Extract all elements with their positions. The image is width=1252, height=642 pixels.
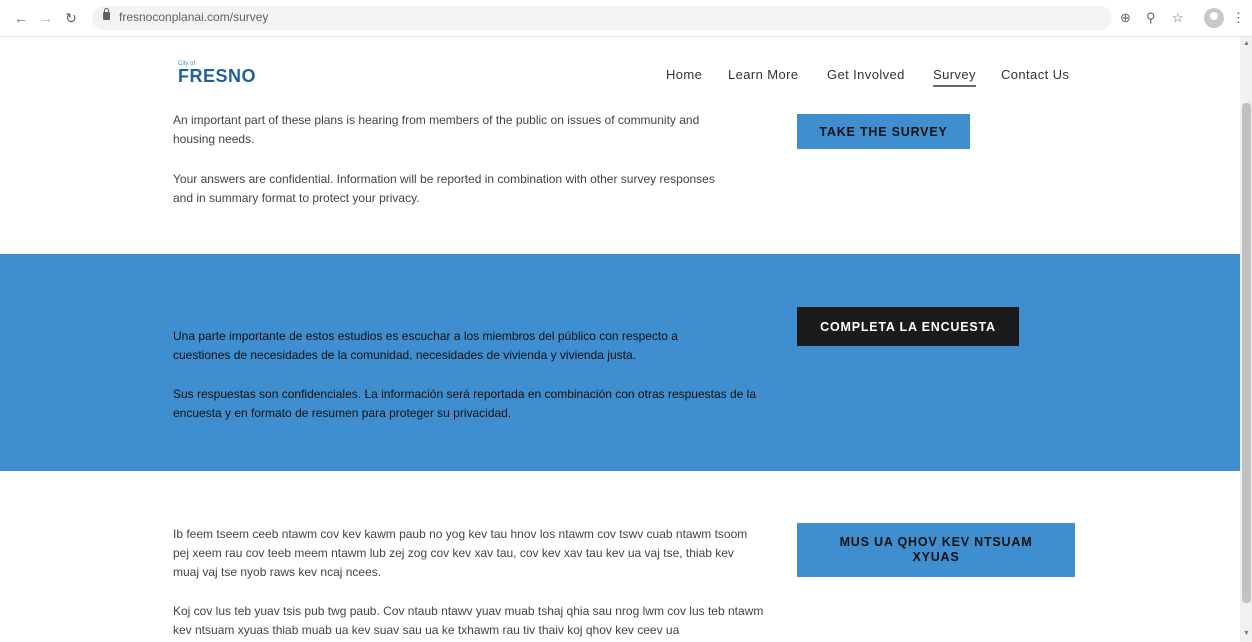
bookmark-star-icon[interactable]: ☆ — [1172, 7, 1184, 29]
menu-dots-icon[interactable]: ⋮ — [1232, 7, 1245, 29]
scrollbar-thumb[interactable] — [1242, 103, 1251, 603]
lock-icon — [103, 8, 110, 20]
browser-toolbar: ← → ↻ fresnoconplanai.com/survey ⊕ ⚲ ☆ ⋮ — [0, 0, 1252, 37]
nav-contact-us[interactable]: Contact Us — [1001, 67, 1069, 82]
spanish-paragraph-2: Sus respuestas son confidenciales. La in… — [173, 387, 757, 420]
scroll-up-icon[interactable]: ▲ — [1243, 40, 1250, 47]
nav-survey[interactable]: Survey — [933, 67, 976, 87]
arrow-left-icon[interactable]: ← — [12, 9, 30, 27]
page-content: City of FRESNO Home Learn More Get Invol… — [0, 37, 1240, 642]
address-bar[interactable]: fresnoconplanai.com/survey — [92, 6, 1112, 30]
scroll-down-icon[interactable]: ▼ — [1243, 630, 1250, 637]
fresno-logo[interactable]: City of FRESNO — [178, 61, 258, 89]
spanish-paragraph-1: Una parte importante de estos estudios e… — [173, 329, 678, 362]
nav-home[interactable]: Home — [666, 67, 702, 82]
logo-text: FRESNO — [178, 66, 257, 86]
nav-learn-more[interactable]: Learn More — [728, 67, 798, 82]
english-paragraph-2: Your answers are confidential. Informati… — [173, 172, 715, 205]
add-icon[interactable]: ⊕ — [1120, 7, 1131, 29]
completa-encuesta-button[interactable]: COMPLETA LA ENCUESTA — [797, 307, 1019, 346]
spanish-section: Una parte importante de estos estudios e… — [0, 254, 1240, 471]
url-text[interactable]: fresnoconplanai.com/survey — [119, 10, 268, 24]
hmong-paragraph-2: Koj cov lus teb yuav tsis pub twg paub. … — [173, 604, 764, 637]
nav-get-involved[interactable]: Get Involved — [827, 67, 905, 82]
reload-icon[interactable]: ↻ — [62, 9, 80, 27]
zoom-icon[interactable]: ⚲ — [1146, 7, 1156, 29]
english-paragraph-1: An important part of these plans is hear… — [173, 113, 700, 146]
hmong-paragraph-1: Ib feem tseem ceeb ntawm cov kev kawm pa… — [173, 527, 748, 579]
take-survey-button[interactable]: TAKE THE SURVEY — [797, 114, 970, 149]
arrow-right-icon[interactable]: → — [37, 9, 55, 27]
profile-avatar[interactable] — [1204, 8, 1224, 28]
hmong-survey-button[interactable]: MUS UA QHOV KEV NTSUAM XYUAS — [797, 523, 1075, 577]
